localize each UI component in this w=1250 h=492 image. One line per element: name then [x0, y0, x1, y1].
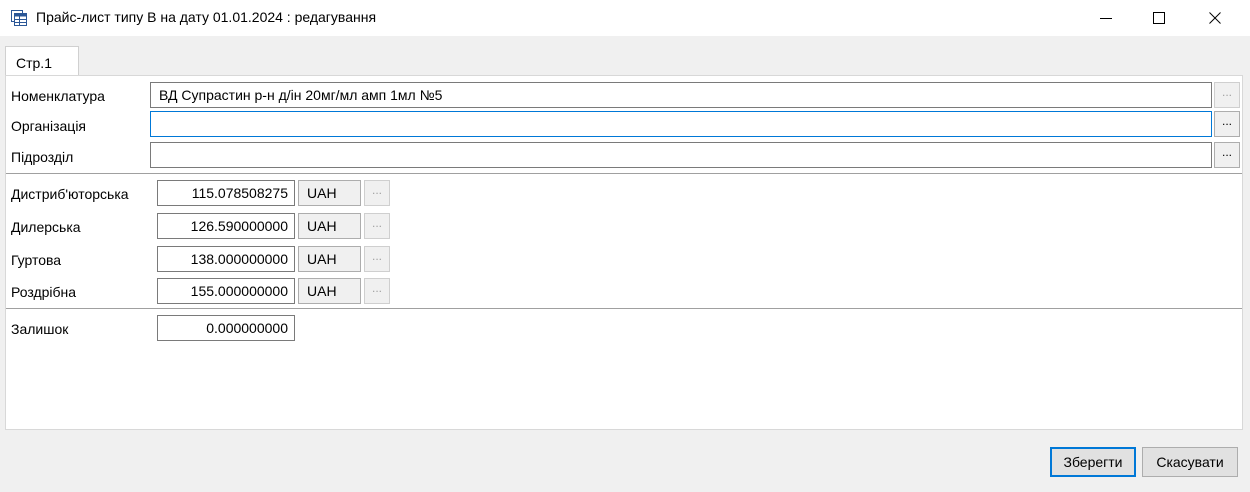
- close-button[interactable]: [1192, 0, 1238, 36]
- subdivision-label: Підрозділ: [11, 149, 74, 165]
- price-field-retail[interactable]: 155.000000000: [157, 278, 295, 304]
- window-title: Прайс-лист типу В на дату 01.01.2024 : р…: [36, 9, 377, 25]
- stock-label: Залишок: [11, 321, 69, 337]
- currency-browse-button-distributor[interactable]: ...: [364, 180, 390, 206]
- subdivision-browse-button[interactable]: ...: [1214, 142, 1240, 168]
- currency-field-distributor[interactable]: UAH: [298, 180, 361, 206]
- nomenclature-browse-button[interactable]: ...: [1214, 82, 1240, 108]
- price-label-distributor: Дистриб'юторська: [11, 186, 129, 202]
- tab-strip: Стр.1: [0, 36, 1250, 77]
- maximize-button[interactable]: [1136, 0, 1182, 36]
- price-label-wholesale: Гуртова: [11, 252, 62, 268]
- currency-browse-button-wholesale[interactable]: ...: [364, 246, 390, 272]
- price-field-wholesale[interactable]: 138.000000000: [157, 246, 295, 272]
- tab-page-1[interactable]: Стр.1: [5, 46, 79, 77]
- nomenclature-field[interactable]: ВД Супрастин р-н д/ін 20мг/мл амп 1мл №5: [150, 82, 1212, 108]
- form-panel: Номенклатура ВД Супрастин р-н д/ін 20мг/…: [5, 75, 1243, 430]
- price-label-dealer: Дилерська: [11, 219, 81, 235]
- separator: [6, 308, 1242, 309]
- currency-field-retail[interactable]: UAH: [298, 278, 361, 304]
- maximize-icon: [1153, 12, 1165, 24]
- organization-browse-button[interactable]: ...: [1214, 111, 1240, 137]
- currency-browse-button-retail[interactable]: ...: [364, 278, 390, 304]
- save-button[interactable]: Зберегти: [1050, 447, 1136, 477]
- currency-field-wholesale[interactable]: UAH: [298, 246, 361, 272]
- currency-field-dealer[interactable]: UAH: [298, 213, 361, 239]
- minimize-button[interactable]: [1083, 0, 1129, 36]
- currency-browse-button-dealer[interactable]: ...: [364, 213, 390, 239]
- cancel-button[interactable]: Скасувати: [1142, 447, 1238, 477]
- title-bar: Прайс-лист типу В на дату 01.01.2024 : р…: [0, 0, 1250, 36]
- table-window-icon: [11, 10, 27, 26]
- subdivision-field[interactable]: [150, 142, 1212, 168]
- organization-field[interactable]: [150, 111, 1212, 137]
- stock-field[interactable]: 0.000000000: [157, 315, 295, 341]
- close-icon: [1209, 12, 1221, 24]
- price-field-distributor[interactable]: 115.078508275: [157, 180, 295, 206]
- price-field-dealer[interactable]: 126.590000000: [157, 213, 295, 239]
- price-label-retail: Роздрібна: [11, 284, 77, 300]
- separator: [6, 173, 1242, 174]
- organization-label: Організація: [11, 118, 87, 134]
- nomenclature-label: Номенклатура: [11, 88, 105, 104]
- minimize-icon: [1100, 18, 1112, 19]
